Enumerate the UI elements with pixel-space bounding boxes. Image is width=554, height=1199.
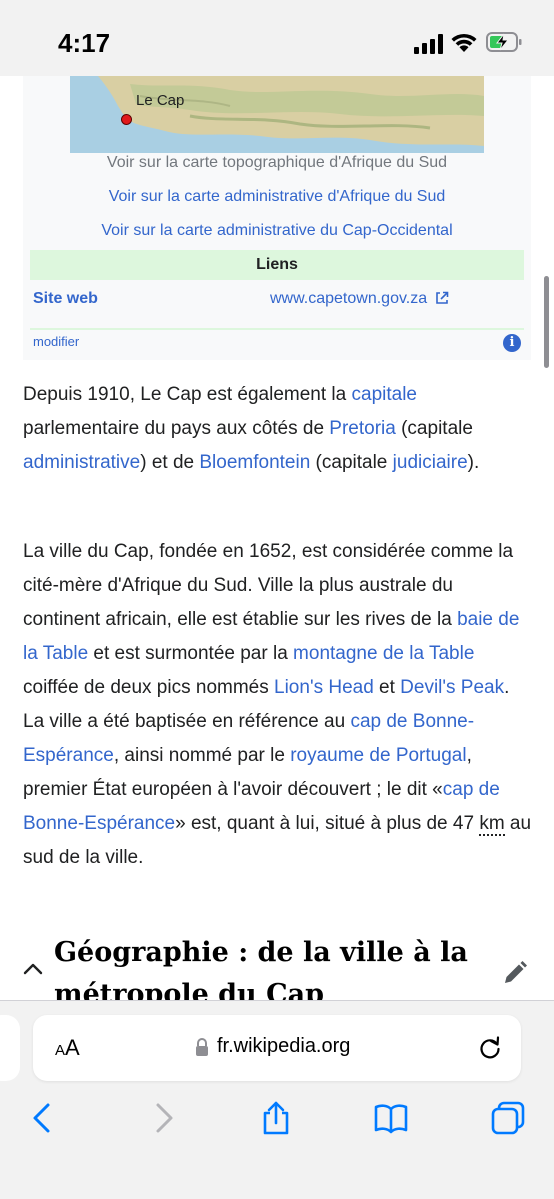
abbr-km[interactable]: km [479, 813, 505, 836]
link-montagne-de-la-table[interactable]: montagne de la Table [293, 643, 474, 664]
text-run: Depuis 1910, Le Cap est également la [23, 384, 352, 405]
wifi-icon [451, 33, 477, 52]
browser-toolbar: AA fr.wikipedia.org [0, 1000, 554, 1199]
lock-icon [196, 1038, 208, 1056]
article-paragraph-2: La ville du Cap, fondée en 1652, est con… [23, 535, 533, 875]
map-location-marker [121, 114, 132, 125]
article-paragraph-1: Depuis 1910, Le Cap est également la cap… [23, 378, 533, 480]
reload-icon[interactable] [477, 1035, 503, 1061]
website-link[interactable]: www.capetown.gov.za [270, 290, 449, 308]
text-run: (capitale [395, 418, 473, 439]
cellular-signal-icon [414, 34, 443, 54]
text-run: et [373, 677, 401, 698]
link-judiciaire[interactable]: judiciaire [393, 452, 468, 473]
text-run: (capitale [310, 452, 393, 473]
previous-tab-preview[interactable] [0, 1015, 20, 1081]
scrollbar[interactable] [544, 276, 549, 368]
pencil-icon[interactable] [502, 960, 528, 986]
map-city-label: Le Cap [136, 92, 185, 109]
share-icon[interactable] [259, 1101, 293, 1135]
link-capitale[interactable]: capitale [352, 384, 418, 405]
chevron-up-icon[interactable] [23, 962, 43, 976]
link-royaume-de-portugal[interactable]: royaume de Portugal [290, 745, 466, 766]
text-run: ). [467, 452, 480, 473]
map-admin-link[interactable]: Voir sur la carte administrative d'Afriq… [23, 188, 531, 206]
battery-charging-icon [486, 32, 522, 52]
bookmarks-icon[interactable] [374, 1101, 408, 1135]
tabs-icon[interactable] [491, 1101, 525, 1135]
map-topographic-caption: Voir sur la carte topographique d'Afriqu… [106, 154, 448, 171]
infobox-divider [30, 328, 524, 330]
edit-infobox-link[interactable]: modifier [33, 334, 79, 349]
text-size-large-a: A [65, 1035, 80, 1060]
map-province-link[interactable]: Voir sur la carte administrative du Cap-… [23, 222, 531, 240]
website-label[interactable]: Site web [33, 290, 98, 308]
text-run: , ainsi nommé par le [113, 745, 291, 766]
links-section-header: Liens [30, 250, 524, 280]
back-icon[interactable] [26, 1101, 60, 1135]
text-run: ) et de [140, 452, 200, 473]
status-bar: 4:17 [0, 0, 554, 76]
link-administrative[interactable]: administrative [23, 452, 140, 473]
link-lions-head[interactable]: Lion's Head [274, 677, 374, 698]
infobox: Le Cap Voir sur la carte topographique d… [23, 76, 531, 360]
text-run: La ville du Cap, fondée en 1652, est con… [23, 541, 514, 630]
external-link-icon [435, 291, 448, 304]
link-bloemfontein[interactable]: Bloemfontein [199, 452, 310, 473]
text-run: parlementaire du pays aux côtés de [23, 418, 330, 439]
website-url[interactable]: www.capetown.gov.za [270, 290, 427, 307]
link-pretoria[interactable]: Pretoria [329, 418, 396, 439]
url-text[interactable]: fr.wikipedia.org [217, 1035, 350, 1058]
text-run: et est surmontée par la [88, 643, 294, 664]
section-heading[interactable]: Géographie : de la ville à la métropole … [54, 932, 494, 1002]
address-bar[interactable]: AA fr.wikipedia.org [33, 1015, 521, 1081]
text-size-small-a: A [55, 1042, 66, 1059]
text-run: » est, quant à lui, situé à plus de 47 [175, 813, 480, 834]
status-time: 4:17 [58, 28, 111, 58]
info-icon[interactable]: i [503, 334, 521, 352]
forward-icon[interactable] [146, 1101, 180, 1135]
text-run: coiffée de deux pics nommés [23, 677, 275, 698]
link-devils-peak[interactable]: Devil's Peak [400, 677, 504, 698]
text-size-button[interactable]: AA [55, 1035, 80, 1061]
location-map[interactable] [70, 76, 484, 153]
